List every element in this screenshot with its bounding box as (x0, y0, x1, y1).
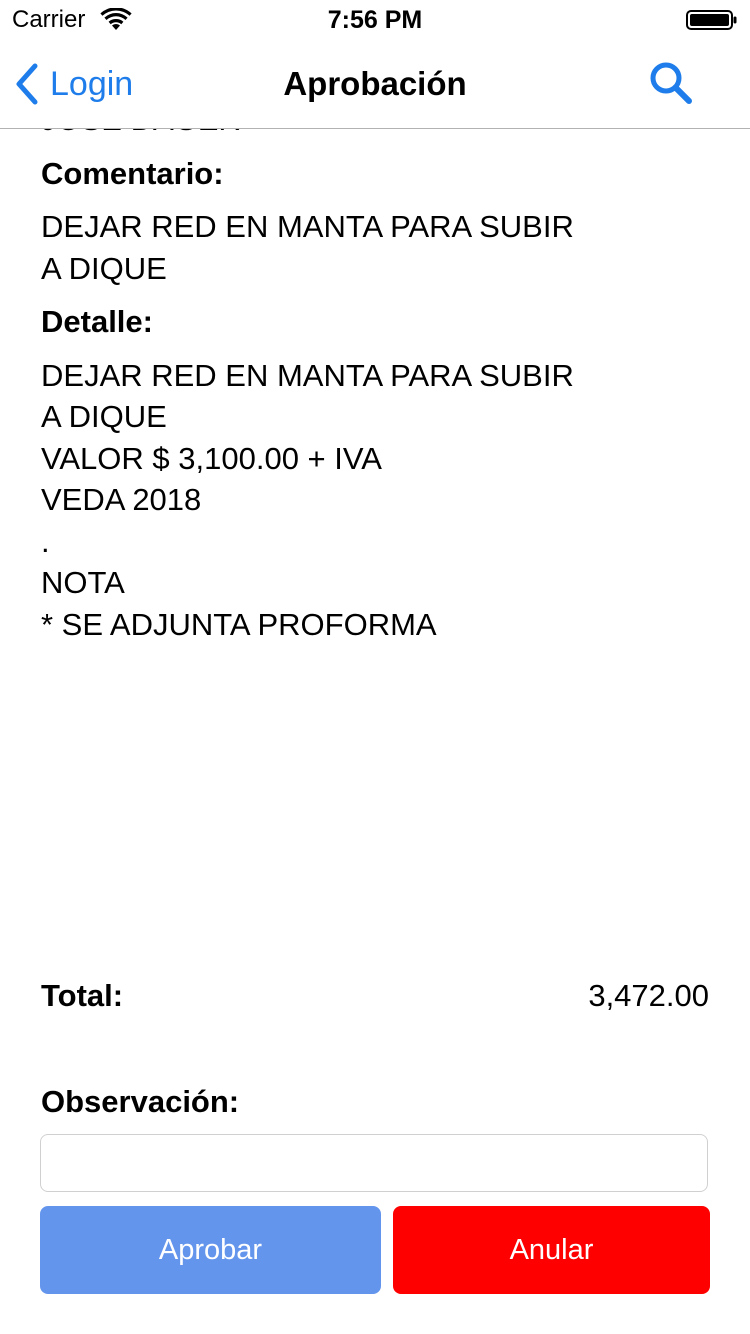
detail-scroll-area[interactable]: JOSE DAGER Comentario: DEJAR RED EN MANT… (0, 129, 750, 949)
battery-icon (686, 10, 737, 30)
observation-input[interactable] (40, 1134, 708, 1192)
detail-line: VALOR $ 3,100.00 + IVA (41, 440, 382, 476)
cancel-button[interactable]: Anular (393, 1206, 710, 1294)
total-label: Total: (41, 978, 124, 1013)
detail-line: DEJAR RED EN MANTA PARA SUBIR (41, 357, 574, 393)
detail-line: . (41, 523, 50, 559)
page-title: Aprobación (283, 65, 467, 102)
detail-line: A DIQUE (41, 399, 167, 434)
status-time: 7:56 PM (327, 6, 423, 34)
comment-text: DEJAR RED EN MANTA PARA SUBIR A DIQUE (41, 209, 574, 286)
detail-line: * SE ADJUNTA PROFORMA (41, 606, 437, 642)
detail-line: NOTA (41, 565, 125, 600)
total-value: 3,472.00 (588, 978, 709, 1013)
comment-label: Comentario: (41, 155, 224, 191)
approve-button[interactable]: Aprobar (40, 1206, 381, 1294)
detail-label: Detalle: (41, 304, 153, 339)
navigation-bar: Login Aprobación (0, 40, 750, 129)
detail-line: VEDA 2018 (41, 482, 202, 517)
detail-text: DEJAR RED EN MANTA PARA SUBIR A DIQUE VA… (41, 355, 661, 646)
search-icon[interactable] (648, 60, 694, 106)
observation-label: Observación: (41, 1084, 240, 1119)
detail-content: JOSE DAGER Comentario: DEJAR RED EN MANT… (41, 129, 661, 645)
status-bar: Carrier 7:56 PM (0, 0, 750, 40)
requester-name: JOSE DAGER (41, 129, 661, 141)
